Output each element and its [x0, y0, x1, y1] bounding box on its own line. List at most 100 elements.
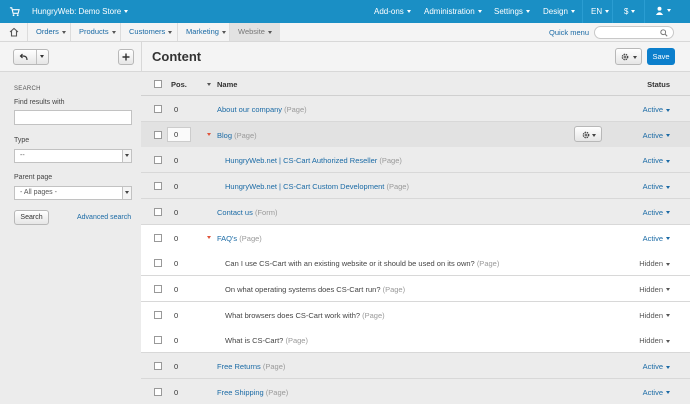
- table-row[interactable]: 0 Free Returns (Page) Active: [141, 353, 690, 379]
- row-checkbox[interactable]: [154, 207, 162, 216]
- nav-marketing[interactable]: Marketing: [177, 23, 234, 41]
- row-checkbox[interactable]: [154, 362, 162, 370]
- nav-website[interactable]: Website: [229, 23, 280, 41]
- row-checkbox[interactable]: [154, 284, 162, 293]
- row-checkbox[interactable]: [154, 259, 162, 268]
- collapse-toggle-icon[interactable]: [207, 235, 211, 239]
- status-dropdown[interactable]: Active: [643, 156, 670, 165]
- page-type-label: (Page): [284, 105, 307, 114]
- add-page-button[interactable]: [118, 49, 134, 65]
- chevron-down-icon: [40, 55, 44, 58]
- page-link[interactable]: What is CS-Cart?: [225, 336, 283, 345]
- cart-logo-icon[interactable]: [9, 6, 20, 17]
- back-button[interactable]: [13, 49, 49, 65]
- table-row[interactable]: 0 HungryWeb.net | CS-Cart Custom Developm…: [141, 173, 690, 200]
- table-row[interactable]: 0 What browsers does CS-Cart work with? (…: [141, 301, 690, 328]
- status-dropdown[interactable]: Hidden: [639, 259, 670, 268]
- table-row[interactable]: 0 FAQ's (Page) Active: [141, 224, 690, 251]
- status-dropdown[interactable]: Hidden: [639, 311, 670, 320]
- status-dropdown[interactable]: Active: [643, 131, 670, 140]
- page-link[interactable]: Free Returns: [217, 362, 261, 371]
- home-icon[interactable]: [9, 27, 19, 37]
- page-link[interactable]: Can I use CS-Cart with an existing websi…: [225, 259, 475, 268]
- chevron-down-icon: [666, 288, 670, 292]
- row-checkbox[interactable]: [154, 310, 162, 319]
- status-dropdown[interactable]: Hidden: [639, 336, 670, 345]
- page-link[interactable]: What browsers does CS-Cart work with?: [225, 311, 360, 320]
- settings-dropdown-button[interactable]: [615, 48, 642, 65]
- nav-products[interactable]: Products: [70, 23, 124, 41]
- quick-menu-link[interactable]: Quick menu: [549, 28, 589, 37]
- row-tools-button[interactable]: [574, 125, 602, 142]
- page-type-label: (Page): [285, 336, 308, 346]
- expand-all-toggle-icon[interactable]: [207, 83, 211, 86]
- find-results-label: Find results with: [14, 99, 65, 106]
- select-all-checkbox[interactable]: [154, 80, 162, 88]
- row-checkbox[interactable]: [154, 156, 162, 165]
- chevron-down-icon: [666, 211, 670, 215]
- table-header: Pos. Name Status: [141, 72, 690, 96]
- menu-addons[interactable]: Add-ons: [374, 7, 411, 16]
- parent-page-select[interactable]: - All pages -: [14, 186, 132, 200]
- status-dropdown[interactable]: Active: [643, 362, 670, 371]
- save-button[interactable]: Save: [647, 48, 675, 65]
- status-dropdown[interactable]: Hidden: [639, 285, 670, 294]
- column-pos[interactable]: Pos.: [171, 80, 187, 89]
- advanced-search-link[interactable]: Advanced search: [77, 214, 131, 221]
- page-link[interactable]: FAQ's: [217, 234, 237, 243]
- quick-search-input[interactable]: [594, 26, 674, 39]
- type-select[interactable]: --: [14, 149, 132, 163]
- page-link[interactable]: About our company: [217, 105, 282, 114]
- search-button[interactable]: Search: [14, 210, 49, 225]
- table-row[interactable]: 0 About our company (Page) Active: [141, 96, 690, 122]
- menu-settings[interactable]: Settings: [494, 7, 530, 16]
- table-row[interactable]: 0 What is CS-Cart? (Page) Hidden: [141, 327, 690, 354]
- page-link[interactable]: Blog: [217, 131, 232, 140]
- menu-currency[interactable]: $: [624, 7, 636, 16]
- menu-language[interactable]: EN: [591, 7, 610, 16]
- row-position: 0: [174, 156, 179, 166]
- page-link[interactable]: On what operating systems does CS-Cart r…: [225, 285, 381, 294]
- row-position: 0: [174, 362, 179, 371]
- find-results-input[interactable]: [14, 110, 132, 125]
- status-value: Hidden: [639, 259, 663, 269]
- menu-administration[interactable]: Administration: [424, 7, 482, 16]
- status-dropdown[interactable]: Active: [643, 105, 670, 114]
- page-type-label: (Page): [476, 259, 500, 269]
- row-checkbox[interactable]: [154, 130, 162, 139]
- row-checkbox[interactable]: [154, 336, 162, 345]
- page-link[interactable]: Contact us: [217, 208, 253, 217]
- user-menu[interactable]: [655, 6, 671, 16]
- page-link[interactable]: Free Shipping: [217, 388, 264, 397]
- table-row[interactable]: 0 Free Shipping (Page) Active: [141, 378, 690, 404]
- table-row[interactable]: 0 On what operating systems does CS-Cart …: [141, 275, 690, 302]
- status-dropdown[interactable]: Active: [643, 234, 670, 243]
- row-name: Free Returns (Page): [217, 362, 285, 371]
- content-header: Content Save: [141, 42, 690, 72]
- table-row[interactable]: 0 Can I use CS-Cart with an existing webs…: [141, 250, 690, 277]
- search-icon: [660, 29, 668, 37]
- menu-design[interactable]: Design: [543, 7, 575, 16]
- row-checkbox[interactable]: [154, 387, 162, 396]
- column-name[interactable]: Name: [217, 80, 237, 89]
- store-selector[interactable]: HungryWeb: Demo Store: [32, 7, 129, 16]
- back-arrow-icon: [19, 53, 28, 61]
- status-dropdown[interactable]: Active: [643, 182, 670, 191]
- page-link[interactable]: HungryWeb.net | CS-Cart Authorized Resel…: [225, 156, 377, 165]
- table-row[interactable]: 0 Contact us (Form) Active: [141, 198, 690, 225]
- status-dropdown[interactable]: Active: [643, 388, 670, 397]
- table-row[interactable]: 0 Blog (Page) Active: [141, 121, 690, 148]
- collapse-toggle-icon[interactable]: [207, 132, 211, 136]
- nav-orders[interactable]: Orders: [27, 23, 74, 41]
- plus-icon: [122, 53, 130, 61]
- page-title: Content: [152, 49, 202, 64]
- row-checkbox[interactable]: [154, 233, 162, 242]
- page-link[interactable]: HungryWeb.net | CS-Cart Custom Developme…: [225, 182, 384, 191]
- row-checkbox[interactable]: [154, 182, 162, 191]
- type-label: Type: [14, 137, 30, 144]
- row-checkbox[interactable]: [154, 105, 162, 113]
- position-input[interactable]: 0: [167, 126, 191, 142]
- nav-customers[interactable]: Customers: [120, 23, 180, 41]
- table-row[interactable]: 0 HungryWeb.net | CS-Cart Authorized Rese…: [141, 147, 690, 174]
- status-dropdown[interactable]: Active: [643, 208, 670, 217]
